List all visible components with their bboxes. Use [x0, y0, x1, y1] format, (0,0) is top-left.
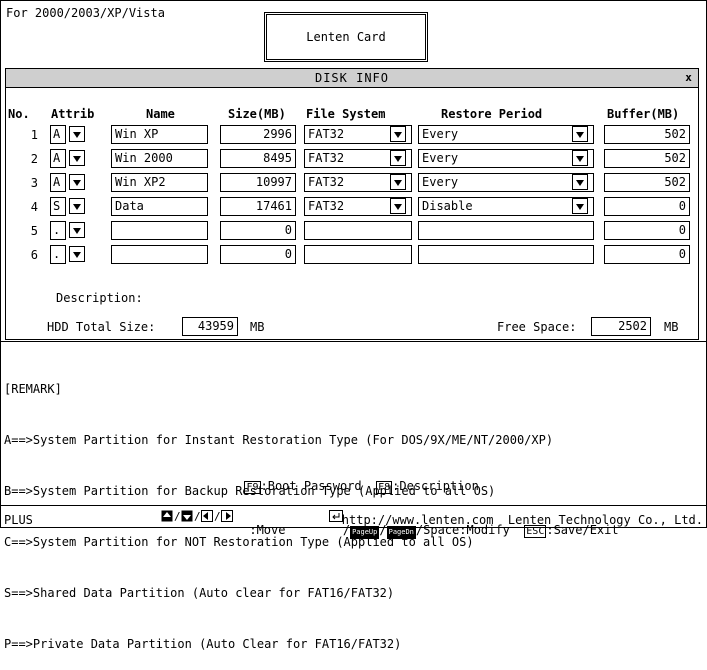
close-button[interactable]: x: [683, 71, 695, 84]
partition-name-field[interactable]: [111, 245, 208, 264]
remark-line: A==>System Partition for Instant Restora…: [4, 433, 554, 447]
attrib-select[interactable]: A: [50, 149, 66, 168]
file-system-dropdown-icon[interactable]: [390, 150, 406, 166]
description-label: Description:: [56, 291, 143, 305]
restore-period-select[interactable]: [418, 245, 594, 264]
row-number: 5: [30, 224, 38, 238]
restore-period-select[interactable]: Disable: [418, 197, 594, 216]
header-restore-period: Restore Period: [441, 107, 543, 121]
buffer-field[interactable]: 502: [604, 173, 690, 192]
partition-name-field[interactable]: Win 2000: [111, 149, 208, 168]
row-number: 6: [30, 248, 38, 262]
size-field[interactable]: 0: [220, 245, 296, 264]
file-system-dropdown-icon[interactable]: [390, 126, 406, 142]
partition-name-field[interactable]: Win XP: [111, 125, 208, 144]
header-attrib: Attrib: [51, 107, 95, 121]
arrow-keys-icon: / / /: [132, 496, 249, 539]
buffer-field[interactable]: 502: [604, 149, 690, 168]
attrib-select[interactable]: .: [50, 245, 66, 264]
attrib-select[interactable]: A: [50, 173, 66, 192]
attrib-dropdown-icon[interactable]: [69, 198, 85, 214]
partition-name-field[interactable]: [111, 221, 208, 240]
attrib-dropdown-icon[interactable]: [69, 126, 85, 142]
header-no: No.: [8, 107, 30, 121]
attrib-select[interactable]: S: [50, 197, 66, 216]
dialog-title: DISK INFO: [314, 71, 390, 85]
restore-dropdown-icon[interactable]: [572, 198, 588, 214]
file-system-select[interactable]: [304, 245, 412, 264]
enter-key-icon: [300, 496, 343, 539]
restore-period-select[interactable]: Every: [418, 125, 594, 144]
size-field[interactable]: 0: [220, 221, 296, 240]
partition-name-field[interactable]: Win XP2: [111, 173, 208, 192]
free-space-unit: MB: [664, 320, 679, 334]
restore-period-select[interactable]: [418, 221, 594, 240]
restore-dropdown-icon[interactable]: [572, 126, 588, 142]
size-field[interactable]: 2996: [220, 125, 296, 144]
status-left: PLUS: [4, 513, 33, 527]
status-right: http://www.lenten.com Lenten Technology …: [341, 513, 703, 527]
file-system-select[interactable]: [304, 221, 412, 240]
dialog-title-bar: DISK INFO x: [6, 69, 698, 88]
product-title: Lenten Card: [306, 30, 386, 44]
header-size: Size(MB): [228, 107, 286, 121]
restore-dropdown-icon[interactable]: [572, 150, 588, 166]
remark-line: S==>Shared Data Partition (Auto clear fo…: [4, 586, 395, 600]
size-field[interactable]: 17461: [220, 197, 296, 216]
row-number: 1: [30, 128, 38, 142]
row-number: 2: [30, 152, 38, 166]
row-number: 4: [30, 200, 38, 214]
header-name: Name: [146, 107, 175, 121]
restore-dropdown-icon[interactable]: [572, 174, 588, 190]
file-system-dropdown-icon[interactable]: [390, 198, 406, 214]
header-buffer: Buffer(MB): [607, 107, 680, 121]
buffer-field[interactable]: 502: [604, 125, 690, 144]
file-system-dropdown-icon[interactable]: [390, 174, 406, 190]
hdd-total-field: 43959: [182, 317, 238, 336]
attrib-select[interactable]: A: [50, 125, 66, 144]
restore-period-select[interactable]: Every: [418, 173, 594, 192]
attrib-select[interactable]: .: [50, 221, 66, 240]
hdd-total-label: HDD Total Size:: [47, 320, 156, 334]
size-field[interactable]: 8495: [220, 149, 296, 168]
attrib-dropdown-icon[interactable]: [69, 246, 85, 262]
svg-text:/: /: [174, 510, 181, 522]
close-icon: x: [685, 71, 693, 84]
attrib-dropdown-icon[interactable]: [69, 222, 85, 238]
divider-line: [0, 341, 707, 342]
header-file-system: File System: [306, 107, 386, 121]
remark-line: P==>Private Data Partition (Auto Clear f…: [4, 637, 402, 651]
buffer-field[interactable]: 0: [604, 221, 690, 240]
partition-name-field[interactable]: Data: [111, 197, 208, 216]
hdd-total-unit: MB: [250, 320, 265, 334]
row-number: 3: [30, 176, 38, 190]
os-support-label: For 2000/2003/XP/Vista: [6, 6, 165, 20]
product-title-box: Lenten Card: [264, 12, 428, 62]
attrib-dropdown-icon[interactable]: [69, 174, 85, 190]
restore-period-select[interactable]: Every: [418, 149, 594, 168]
move-hint: :Move: [249, 523, 286, 537]
help-line-2: / / / :Move / PageUp / PageDn/Space:Modify …: [118, 482, 619, 539]
svg-text:/: /: [194, 510, 201, 522]
attrib-dropdown-icon[interactable]: [69, 150, 85, 166]
buffer-field[interactable]: 0: [604, 197, 690, 216]
free-space-label: Free Space:: [497, 320, 577, 334]
free-space-field: 2502: [591, 317, 651, 336]
svg-text:/: /: [214, 510, 221, 522]
remark-title: [REMARK]: [4, 382, 62, 396]
size-field[interactable]: 10997: [220, 173, 296, 192]
buffer-field[interactable]: 0: [604, 245, 690, 264]
